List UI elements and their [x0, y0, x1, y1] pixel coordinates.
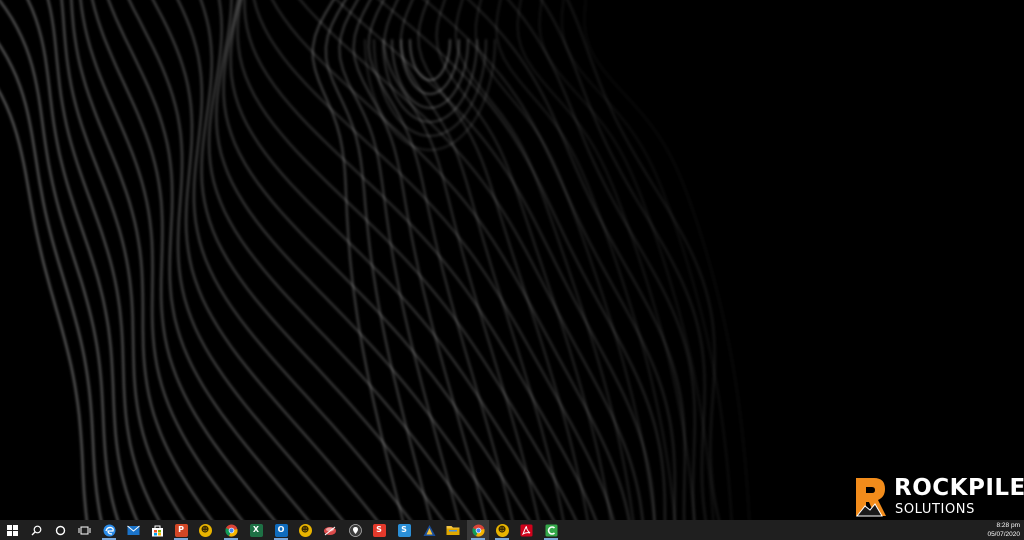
system-clock[interactable]: 8:28 pm 05/07/2020	[972, 521, 1020, 540]
yellow-circle-app-icon: ☻	[198, 523, 212, 537]
taskbar-app-excel[interactable]: X	[245, 520, 267, 540]
taskbar-app-edge[interactable]	[98, 520, 120, 540]
taskbar-app-yellow-4[interactable]: ☻	[491, 520, 513, 540]
s-blue-app-icon: S	[397, 523, 411, 537]
wallpaper-contour-line	[222, 0, 531, 520]
rockpile-mark-icon	[855, 478, 886, 517]
windows-logo-icon	[6, 524, 18, 536]
chrome-icon	[224, 524, 238, 537]
excel-icon: X	[249, 523, 263, 537]
yellow-circle-app-icon: ☻	[298, 523, 312, 537]
wallpaper-contour-line	[0, 90, 88, 520]
mail-icon	[126, 525, 140, 535]
wallpaper-contour-line	[383, 0, 540, 520]
snagit-icon: S	[372, 523, 386, 537]
search-button[interactable]	[25, 520, 47, 540]
clock-time: 8:28 pm	[996, 522, 1021, 529]
taskbar-app-camtasia[interactable]	[540, 520, 562, 540]
camtasia-icon	[545, 524, 557, 536]
rockpile-logo: ROCKPILE SOLUTIONS	[854, 474, 1024, 520]
wallpaper-contour-line	[79, 0, 244, 520]
taskbar-app-store[interactable]	[146, 520, 168, 540]
outlook-icon: O	[274, 523, 288, 537]
taskbar-app-snip[interactable]	[319, 520, 341, 540]
taskbar-app-chrome[interactable]	[220, 520, 242, 540]
desktop[interactable]: ROCKPILE SOLUTIONS	[0, 0, 1024, 520]
snip-tool-icon	[324, 526, 336, 535]
task-view-button[interactable]	[73, 520, 95, 540]
taskbar-app-acrobat[interactable]	[515, 520, 537, 540]
taskbar-app-s-blue[interactable]: S	[393, 520, 415, 540]
taskbar: P ☻ X O ☻ S S ☻ 8:28 pm 05/07/2020	[0, 520, 1024, 540]
contour-wallpaper	[0, 0, 751, 520]
wallpaper-contour-line	[176, 0, 412, 520]
taskbar-app-file-explorer[interactable]	[442, 520, 464, 540]
warning-shield-icon	[423, 524, 435, 536]
acrobat-icon	[520, 524, 532, 536]
taskbar-app-vpn[interactable]	[418, 520, 440, 540]
taskbar-app-yellow-2[interactable]: ☻	[294, 520, 316, 540]
clock-date: 05/07/2020	[987, 531, 1020, 538]
taskbar-app-snagit[interactable]: S	[368, 520, 390, 540]
chrome-icon	[471, 524, 485, 537]
edge-icon	[103, 524, 115, 536]
taskbar-app-outlook[interactable]: O	[270, 520, 292, 540]
logo-title: ROCKPILE	[894, 475, 1024, 501]
taskbar-app-powerpoint[interactable]: P	[170, 520, 192, 540]
wallpaper-contour-line	[338, 0, 460, 520]
cortana-ring-icon	[55, 525, 65, 535]
task-view-icon	[78, 526, 90, 534]
taskbar-app-chrome-2[interactable]	[467, 520, 489, 540]
powerpoint-icon: P	[174, 523, 188, 537]
taskbar-app-yellow-1[interactable]: ☻	[194, 520, 216, 540]
yellow-circle-app-icon: ☻	[495, 523, 509, 537]
wallpaper-contour-line	[91, 0, 276, 520]
taskbar-app-maps[interactable]	[344, 520, 366, 540]
map-pin-icon	[348, 523, 362, 537]
search-icon	[31, 525, 41, 535]
folder-icon	[446, 526, 460, 535]
cortana-button[interactable]	[49, 520, 71, 540]
store-bag-icon	[151, 525, 163, 536]
logo-subtitle: SOLUTIONS	[895, 502, 975, 517]
start-button[interactable]	[1, 520, 23, 540]
taskbar-app-mail[interactable]	[122, 520, 144, 540]
